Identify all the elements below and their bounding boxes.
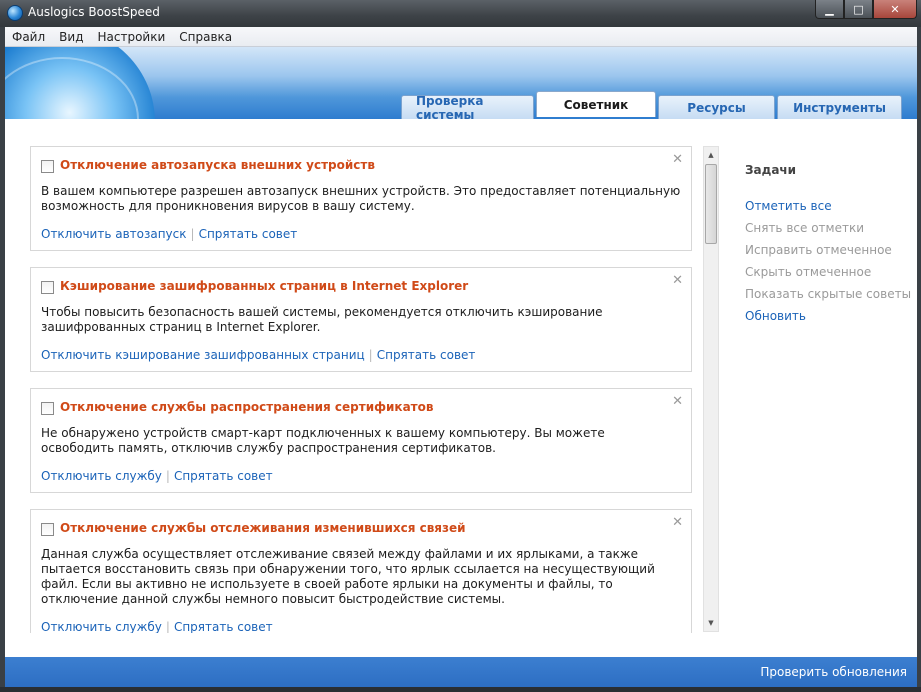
link-separator: | <box>368 348 373 362</box>
header-banner: Проверка системы Советник Ресурсы Инстру… <box>5 47 917 119</box>
close-icon[interactable]: ✕ <box>672 394 683 409</box>
advice-checkbox[interactable] <box>41 402 54 415</box>
advice-hide-link[interactable]: Спрятать совет <box>174 620 273 633</box>
minimize-button[interactable]: ▁ <box>815 0 844 19</box>
menu-view[interactable]: Вид <box>52 30 90 44</box>
globe-logo-icon <box>5 47 155 119</box>
link-separator: | <box>165 469 170 483</box>
menu-settings[interactable]: Настройки <box>90 30 172 44</box>
advice-title: Отключение автозапуска внешних устройств <box>60 158 375 172</box>
menu-file[interactable]: Файл <box>5 30 52 44</box>
advice-description: Чтобы повысить безопасность вашей систем… <box>41 305 603 334</box>
status-bar: Проверить обновления <box>5 657 917 687</box>
task-show-hidden: Показать скрытые советы <box>745 287 912 301</box>
advice-list: Отключение автозапуска внешних устройств… <box>5 119 705 633</box>
window-controls: ▁ □ ✕ <box>815 0 917 20</box>
advice-actions: Отключить службу | Спрятать совет <box>41 620 273 633</box>
tab-resources[interactable]: Ресурсы <box>658 95 775 119</box>
task-check-all[interactable]: Отметить все <box>745 199 915 221</box>
maximize-button[interactable]: □ <box>844 0 873 19</box>
window-frame-bottom <box>0 687 921 692</box>
advice-actions: Отключить автозапуск | Спрятать совет <box>41 227 297 241</box>
tasks-panel: Задачи Отметить все Снять все отметки Ис… <box>745 163 915 331</box>
advice-actions: Отключить кэширование зашифрованных стра… <box>41 348 475 362</box>
advice-fix-link[interactable]: Отключить службу <box>41 620 162 633</box>
task-uncheck-all: Снять все отметки <box>745 221 864 235</box>
advice-fix-link[interactable]: Отключить автозапуск <box>41 227 187 241</box>
advice-checkbox[interactable] <box>41 160 54 173</box>
advice-description: Не обнаружено устройств смарт-карт подкл… <box>41 426 605 455</box>
window-title: Auslogics BoostSpeed <box>28 5 160 19</box>
task-fix-checked: Исправить отмеченное <box>745 243 892 257</box>
menu-bar: Файл Вид Настройки Справка <box>5 27 917 47</box>
main-tabs: Проверка системы Советник Ресурсы Инстру… <box>401 91 902 119</box>
advice-hide-link[interactable]: Спрятать совет <box>377 348 476 362</box>
check-updates-link[interactable]: Проверить обновления <box>760 665 907 679</box>
tab-advisor[interactable]: Советник <box>536 91 656 117</box>
main-content: Отключение автозапуска внешних устройств… <box>5 119 917 657</box>
menu-help[interactable]: Справка <box>172 30 239 44</box>
advice-description: Данная служба осуществляет отслеживание … <box>41 547 655 606</box>
window-frame-right <box>917 27 921 687</box>
advice-card: Отключение службы отслеживания изменивши… <box>30 509 692 633</box>
advice-card: Кэширование зашифрованных страниц в Inte… <box>30 267 692 372</box>
advice-hide-link[interactable]: Спрятать совет <box>174 469 273 483</box>
tasks-title: Задачи <box>745 163 797 177</box>
advice-title: Кэширование зашифрованных страниц в Inte… <box>60 279 469 293</box>
scroll-down-arrow-icon[interactable]: ▼ <box>704 615 718 631</box>
advice-actions: Отключить службу | Спрятать совет <box>41 469 273 483</box>
advice-hide-link[interactable]: Спрятать совет <box>199 227 298 241</box>
task-hide-checked: Скрыть отмеченное <box>745 265 872 279</box>
vertical-scrollbar[interactable]: ▲ ▼ <box>703 146 719 632</box>
close-icon[interactable]: ✕ <box>672 515 683 530</box>
scroll-up-arrow-icon[interactable]: ▲ <box>704 147 718 163</box>
tab-tools[interactable]: Инструменты <box>777 95 902 119</box>
advice-card: Отключение службы распространения сертиф… <box>30 388 692 493</box>
link-separator: | <box>190 227 195 241</box>
tab-system-check[interactable]: Проверка системы <box>401 94 534 119</box>
advice-checkbox[interactable] <box>41 281 54 294</box>
close-button[interactable]: ✕ <box>873 0 917 19</box>
title-bar: Auslogics BoostSpeed ▁ □ ✕ <box>0 0 921 27</box>
advice-title: Отключение службы распространения сертиф… <box>60 400 434 414</box>
advice-card: Отключение автозапуска внешних устройств… <box>30 146 692 251</box>
close-icon: ✕ <box>890 2 900 16</box>
advice-checkbox[interactable] <box>41 523 54 536</box>
close-icon[interactable]: ✕ <box>672 273 683 288</box>
link-separator: | <box>165 620 170 633</box>
app-globe-icon <box>7 5 23 21</box>
advice-fix-link[interactable]: Отключить службу <box>41 469 162 483</box>
advice-description: В вашем компьютере разрешен автозапуск в… <box>41 184 681 213</box>
maximize-icon: □ <box>853 2 864 16</box>
close-icon[interactable]: ✕ <box>672 152 683 167</box>
advice-fix-link[interactable]: Отключить кэширование зашифрованных стра… <box>41 348 365 362</box>
minimize-icon: ▁ <box>825 2 834 16</box>
task-refresh[interactable]: Обновить <box>745 309 915 331</box>
advice-title: Отключение службы отслеживания изменивши… <box>60 521 466 535</box>
scrollbar-thumb[interactable] <box>705 164 717 244</box>
